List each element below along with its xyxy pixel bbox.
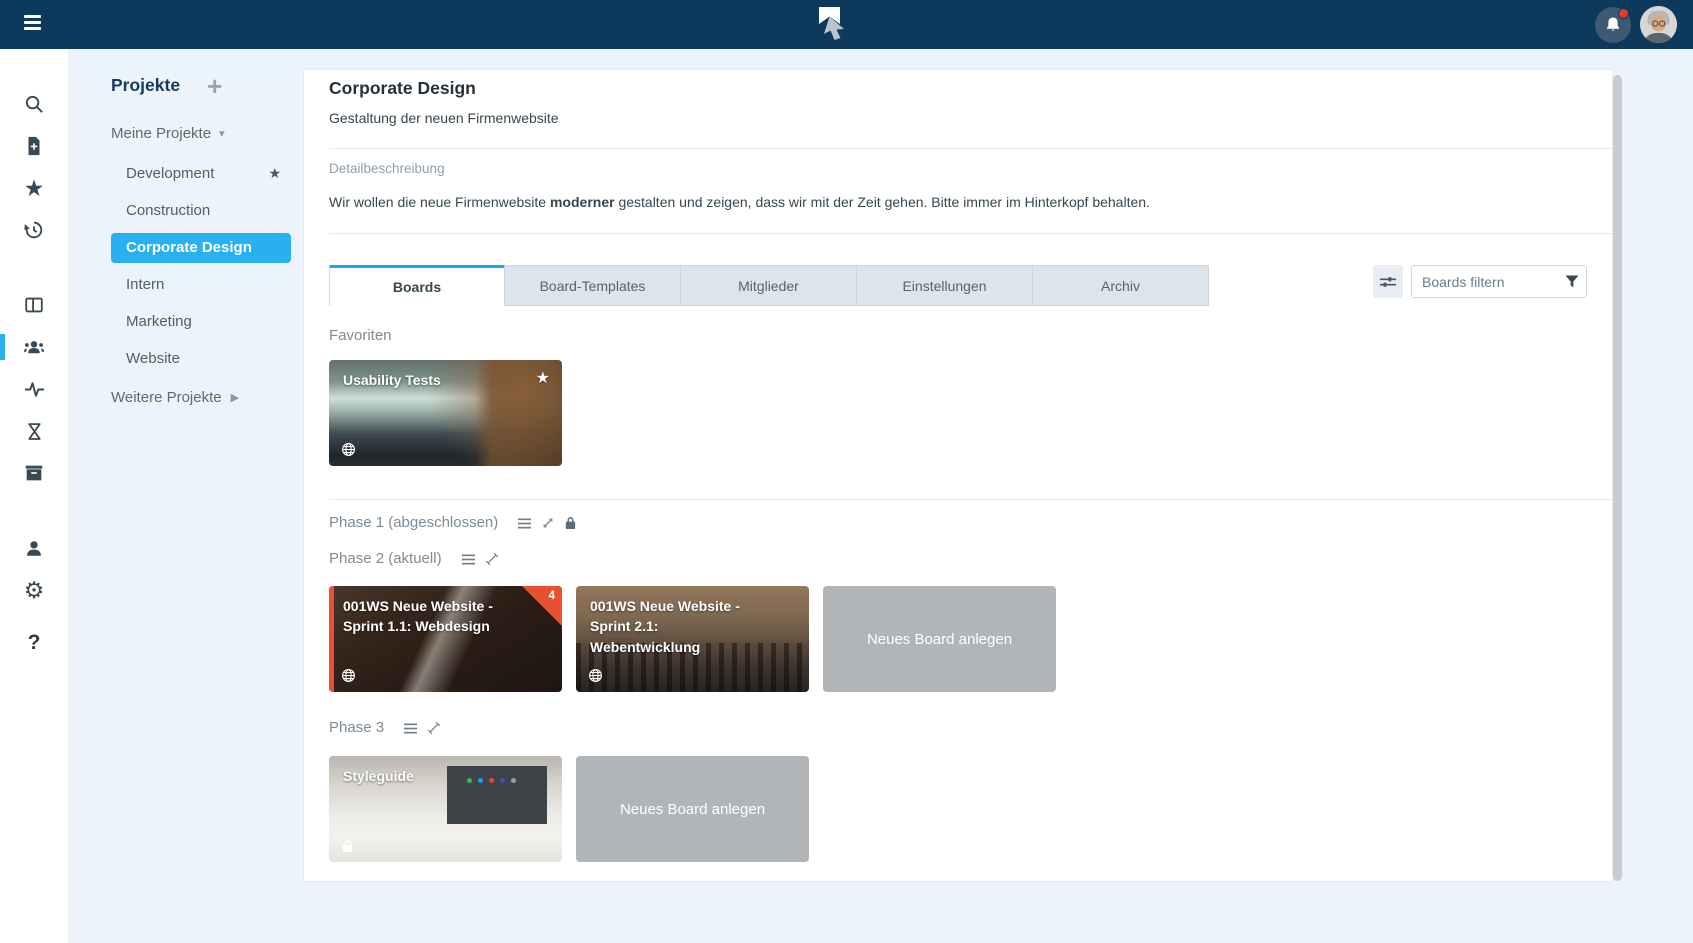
vertical-scrollbar[interactable]: [1613, 75, 1622, 881]
more-projects-toggle[interactable]: Weitere Projekte ▶: [111, 389, 303, 406]
boards-filter-input[interactable]: [1411, 265, 1587, 298]
help-button[interactable]: ?: [0, 622, 68, 664]
board-card-sprint-1-1[interactable]: 001WS Neue Website - Sprint 1.1: Webdesi…: [329, 586, 562, 692]
section-menu-icon[interactable]: [517, 517, 532, 530]
pulse-icon: [23, 378, 46, 401]
notification-badge: [1618, 8, 1629, 19]
gear-icon: ⚙: [24, 579, 45, 602]
search-icon: [23, 93, 46, 116]
globe-icon: [341, 442, 356, 457]
tab-board-templates[interactable]: Board-Templates: [505, 265, 681, 306]
sidebar-item-construction[interactable]: Construction: [111, 192, 291, 229]
sidebar-item-intern[interactable]: Intern: [111, 266, 291, 303]
sidebar-item-marketing[interactable]: Marketing: [111, 303, 291, 340]
board-card-sprint-2-1[interactable]: 001WS Neue Website - Sprint 2.1: Webentw…: [576, 586, 809, 692]
time-tracking-button[interactable]: [0, 410, 68, 452]
star-icon: ★: [24, 177, 45, 200]
board-card-styleguide[interactable]: Styleguide: [329, 756, 562, 862]
section-expand-icon[interactable]: [541, 516, 555, 530]
archive-box-icon: [23, 462, 45, 484]
help-icon: ?: [28, 631, 41, 655]
icon-sidebar: ★ ⚙ ?: [0, 49, 68, 943]
divider: [329, 233, 1612, 234]
page-subtitle: Gestaltung der neuen Firmenwebsite: [329, 110, 1587, 127]
board-card-title: Usability Tests: [343, 370, 522, 390]
lock-icon: [341, 839, 354, 853]
user-avatar[interactable]: [1640, 6, 1677, 43]
section-label-phase1: Phase 1 (abgeschlossen): [329, 514, 498, 532]
projects-sidebar: Projekte + Meine Projekte ▾ Development …: [68, 49, 303, 406]
profile-button[interactable]: [0, 527, 68, 569]
projects-title: Projekte: [111, 75, 180, 96]
tab-archiv[interactable]: Archiv: [1033, 265, 1209, 306]
tab-boards[interactable]: Boards: [329, 265, 505, 306]
sidebar-item-website[interactable]: Website: [111, 340, 291, 377]
project-star-icon: ★: [268, 165, 281, 182]
detail-description-label: Detailbeschreibung: [329, 161, 1587, 177]
section-collapse-icon[interactable]: [427, 721, 441, 735]
tab-einstellungen[interactable]: Einstellungen: [857, 265, 1033, 306]
section-label-phase2: Phase 2 (aktuell): [329, 550, 442, 568]
archive-button[interactable]: [0, 452, 68, 494]
board-card-title: Styleguide: [343, 766, 522, 786]
board-view-options-button[interactable]: [1373, 265, 1403, 298]
sidebar-item-development[interactable]: Development ★: [111, 155, 291, 192]
app-logo-icon: [813, 4, 849, 49]
columns-icon: [23, 294, 45, 316]
section-label-phase3: Phase 3: [329, 719, 384, 737]
more-projects-label: Weitere Projekte: [111, 389, 222, 406]
section-collapse-icon[interactable]: [485, 552, 499, 566]
new-board-button[interactable]: Neues Board anlegen: [576, 756, 809, 862]
new-board-button[interactable]: Neues Board anlegen: [823, 586, 1056, 692]
activity-button[interactable]: [0, 368, 68, 410]
tune-icon: [1378, 273, 1398, 291]
badge-count: 4: [549, 590, 555, 602]
menu-button[interactable]: [24, 15, 42, 33]
globe-icon: [588, 668, 603, 683]
document-add-icon: [23, 135, 45, 157]
settings-button[interactable]: ⚙: [0, 569, 68, 611]
board-card-title: 001WS Neue Website - Sprint 2.1: Webentw…: [590, 596, 769, 657]
notifications-button[interactable]: [1595, 7, 1631, 43]
group-icon: [22, 335, 46, 359]
section-menu-icon[interactable]: [461, 553, 476, 566]
topbar: [0, 0, 1693, 49]
section-label-favoriten: Favoriten: [329, 327, 1587, 345]
add-project-button[interactable]: +: [207, 76, 222, 96]
page-title: Corporate Design: [329, 78, 1587, 98]
my-projects-label: Meine Projekte: [111, 125, 211, 142]
section-menu-icon[interactable]: [403, 722, 418, 735]
history-button[interactable]: [0, 209, 68, 251]
chevron-right-icon: ▶: [231, 391, 239, 404]
team-button[interactable]: [0, 326, 68, 368]
my-projects-group-toggle[interactable]: Meine Projekte ▾: [111, 125, 303, 142]
person-icon: [23, 537, 45, 559]
favorites-button[interactable]: ★: [0, 167, 68, 209]
divider: [329, 499, 1612, 500]
history-icon: [23, 219, 45, 241]
section-lock-icon[interactable]: [564, 516, 577, 530]
tab-mitglieder[interactable]: Mitglieder: [681, 265, 857, 306]
globe-icon: [341, 668, 356, 683]
new-document-button[interactable]: [0, 125, 68, 167]
chevron-down-icon: ▾: [219, 127, 225, 140]
search-button[interactable]: [0, 83, 68, 125]
board-card-usability-tests[interactable]: Usability Tests ★: [329, 360, 562, 466]
divider: [329, 148, 1612, 149]
hourglass-icon: [24, 421, 45, 442]
project-detail-panel: Corporate Design Gestaltung der neuen Fi…: [303, 69, 1613, 882]
board-card-title: 001WS Neue Website - Sprint 1.1: Webdesi…: [343, 596, 522, 637]
boards-button[interactable]: [0, 284, 68, 326]
sidebar-item-corporate-design[interactable]: Corporate Design: [111, 233, 291, 263]
notification-corner-badge: [522, 586, 562, 626]
filter-funnel-icon: [1565, 275, 1579, 288]
detail-description-text: Wir wollen die neue Firmenwebsite modern…: [329, 193, 1587, 211]
favorite-star-icon[interactable]: ★: [536, 368, 550, 388]
